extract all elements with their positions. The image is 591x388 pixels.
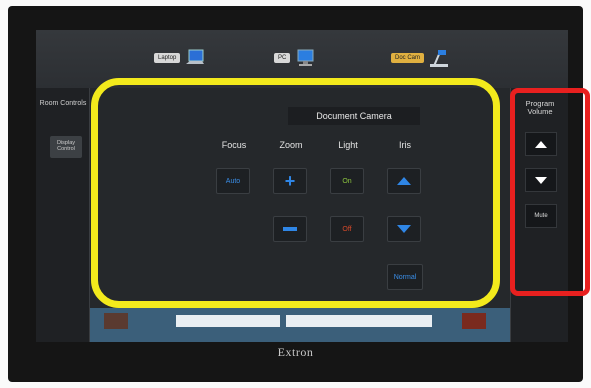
display-control-button[interactable]: Display Control [50,136,82,158]
red-highlight-box [510,88,590,296]
source-doc-cam-button[interactable]: Doc Cam [391,44,450,72]
source-laptop-label: Laptop [154,53,181,63]
doc-cam-icon [430,50,449,67]
laptop-icon [186,49,205,64]
room-controls-label: Room Controls [39,100,87,107]
bottom-slot-right [286,315,432,327]
source-pc-label: PC [274,53,291,63]
extron-logo: Extron [277,345,314,359]
bottom-right-button[interactable] [462,313,486,329]
bottom-slot-left [176,315,280,327]
left-panel: Room Controls Display Control [36,88,90,342]
pc-icon [297,49,314,66]
source-pc-button[interactable]: PC [274,44,316,72]
yellow-highlight-box [91,78,500,308]
bottom-left-button[interactable] [104,313,128,329]
source-doc-cam-label: Doc Cam [391,53,425,63]
source-laptop-button[interactable]: Laptop [154,44,206,72]
bottom-status-bar [90,308,510,342]
